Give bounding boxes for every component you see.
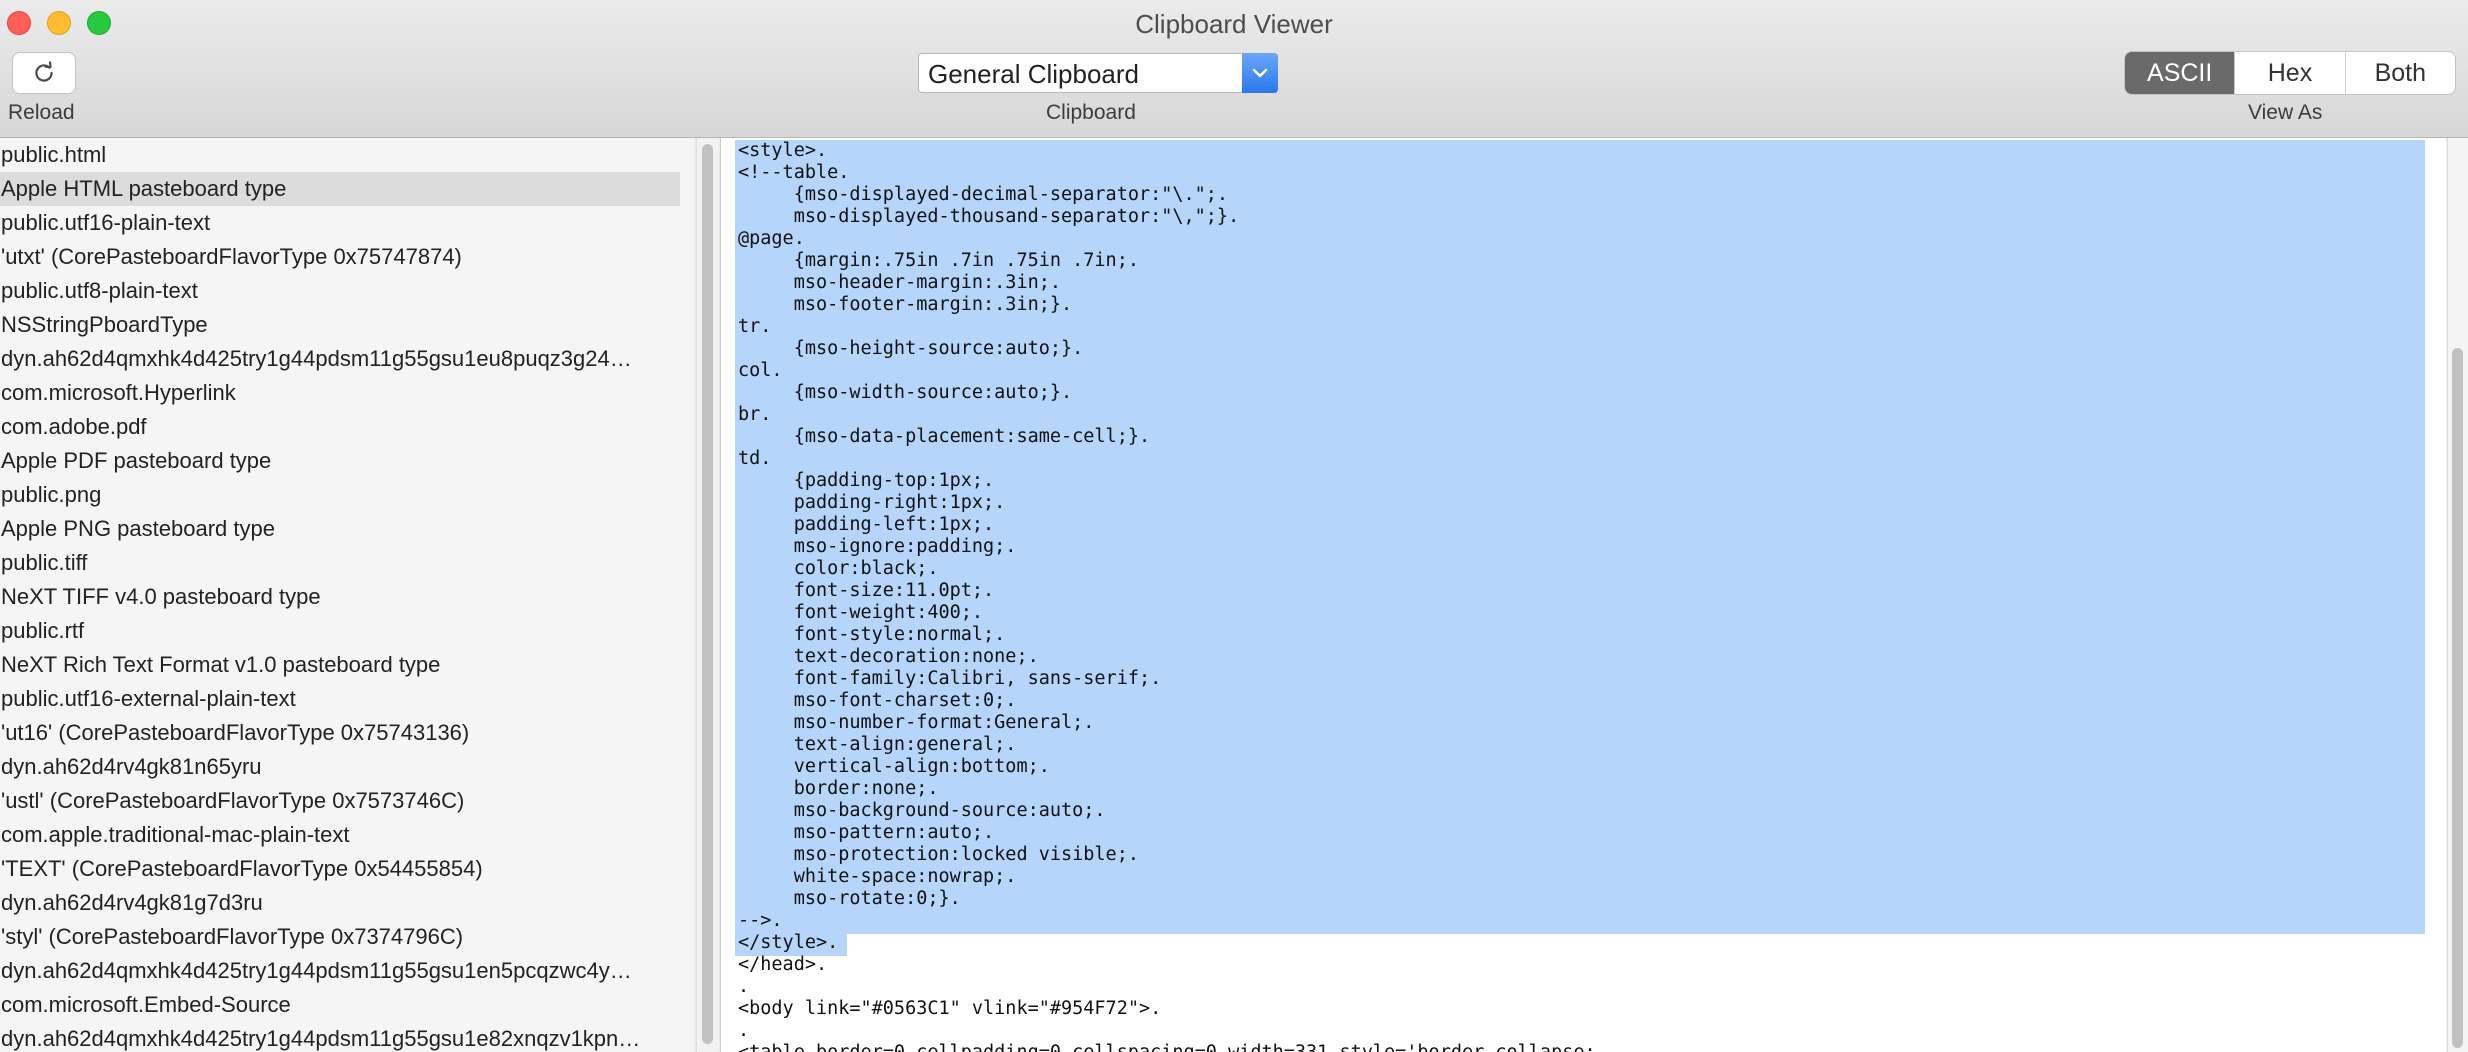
list-item[interactable]: Apple HTML pasteboard type [0, 172, 680, 206]
list-item[interactable]: 'utxt' (CorePasteboardFlavorType 0x75747… [0, 240, 680, 274]
content-line: {margin:.75in .7in .75in .7in;. [738, 250, 1139, 271]
content-text-view[interactable]: <style>. <!--table. {mso-displayed-decima… [720, 138, 2446, 1052]
content-line: font-weight:400;. [738, 602, 984, 623]
content-line: mso-rotate:0;}. [738, 888, 961, 909]
content-line: . [738, 976, 750, 997]
content-line: vertical-align:bottom;. [738, 756, 1050, 777]
window-title: Clipboard Viewer [1135, 9, 1333, 39]
list-item[interactable]: 'styl' (CorePasteboardFlavorType 0x73747… [0, 920, 680, 954]
list-item[interactable]: public.tiff [0, 546, 680, 580]
content-line: mso-number-format:General;. [738, 712, 1095, 733]
content-line: white-space:nowrap;. [738, 866, 1017, 887]
list-item[interactable]: public.html [0, 138, 680, 172]
reload-icon [35, 61, 53, 82]
content-line: </style>. [738, 932, 839, 953]
content-line: font-family:Calibri, sans-serif;. [738, 668, 1162, 689]
content-line: mso-background-source:auto;. [738, 800, 1106, 821]
list-item[interactable]: dyn.ah62d4rv4gk81n65yru [0, 750, 680, 784]
content-line: @page. [738, 228, 805, 249]
content-line: {padding-top:1px;. [738, 470, 995, 491]
list-item[interactable]: dyn.ah62d4qmxhk4d425try1g44pdsm11g55gsu1… [0, 342, 680, 376]
content-scroll-thumb[interactable] [2452, 348, 2463, 1048]
view-as-segmented-control: ASCII Hex Both [2124, 51, 2456, 95]
content-line: <body link="#0563C1" vlink="#954F72">. [738, 998, 1162, 1019]
content-line: mso-protection:locked visible;. [738, 844, 1139, 865]
list-item[interactable]: com.microsoft.Embed-Source [0, 988, 680, 1022]
clipboard-select-value: General Clipboard [928, 59, 1140, 89]
content-line: padding-right:1px;. [738, 492, 1006, 513]
content-line: br. [738, 404, 772, 425]
list-item[interactable]: public.rtf [0, 614, 680, 648]
content-line: color:black;. [738, 558, 939, 579]
content-line: font-style:normal;. [738, 624, 1006, 645]
clipboard-select[interactable]: General Clipboard [918, 53, 1278, 93]
pasteboard-types-list: public.html Apple HTML pasteboard type pub… [0, 138, 694, 1052]
list-item[interactable]: 'TEXT' (CorePasteboardFlavorType 0x54455… [0, 852, 680, 886]
content-line: {mso-width-source:auto;}. [738, 382, 1073, 403]
content-line: td. [738, 448, 772, 469]
clipboard-viewer-window: Clipboard Viewer Reload General Clipboar… [0, 0, 2468, 1052]
content-line: tr. [738, 316, 772, 337]
content-line: {mso-data-placement:same-cell;}. [738, 426, 1151, 447]
content-line: border:none;. [738, 778, 939, 799]
content-line: font-size:11.0pt;. [738, 580, 995, 601]
content-line: . [738, 1020, 750, 1041]
toolbar: Clipboard Viewer Reload General Clipboar… [0, 0, 2468, 138]
content-line: padding-left:1px;. [738, 514, 995, 535]
reload-button[interactable] [12, 52, 76, 94]
list-item[interactable]: com.apple.traditional-mac-plain-text [0, 818, 680, 852]
list-item[interactable]: NeXT Rich Text Format v1.0 pasteboard ty… [0, 648, 680, 682]
list-item[interactable]: public.utf16-plain-text [0, 206, 680, 240]
content-line: text-align:general;. [738, 734, 1017, 755]
list-item[interactable]: 'ustl' (CorePasteboardFlavorType 0x75737… [0, 784, 680, 818]
content-line: {mso-displayed-decimal-separator:"\.";. [738, 184, 1229, 205]
content-line: mso-header-margin:.3in;. [738, 272, 1062, 293]
content-line: text-decoration:none;. [738, 646, 1039, 667]
clipboard-label: Clipboard [1046, 101, 1136, 124]
list-item[interactable]: Apple PNG pasteboard type [0, 512, 680, 546]
content-line: mso-ignore:padding;. [738, 536, 1017, 557]
content-line: mso-displayed-thousand-separator:"\,";}. [738, 206, 1240, 227]
content-line: mso-footer-margin:.3in;}. [738, 294, 1073, 315]
list-item[interactable]: Apple PDF pasteboard type [0, 444, 680, 478]
list-item[interactable]: com.microsoft.Hyperlink [0, 376, 680, 410]
content-line: mso-font-charset:0;. [738, 690, 1017, 711]
view-as-label: View As [2248, 101, 2323, 124]
list-item[interactable]: NeXT TIFF v4.0 pasteboard type [0, 580, 680, 614]
content-line: <!--table. [738, 162, 850, 183]
view-mode-ascii[interactable]: ASCII [2125, 52, 2235, 94]
list-item[interactable]: dyn.ah62d4qmxhk4d425try1g44pdsm11g55gsu1… [0, 954, 680, 988]
list-item[interactable]: 'ut16' (CorePasteboardFlavorType 0x75743… [0, 716, 680, 750]
list-item[interactable]: NSStringPboardType [0, 308, 680, 342]
content-line: -->. [738, 910, 783, 931]
list-item[interactable]: public.utf8-plain-text [0, 274, 680, 308]
content-line: </head>. [738, 954, 828, 975]
content-line: mso-pattern:auto;. [738, 822, 995, 843]
types-list-scroll-thumb[interactable] [702, 144, 713, 1044]
list-item[interactable]: public.utf16-external-plain-text [0, 682, 680, 716]
list-item[interactable]: dyn.ah62d4qmxhk4d425try1g44pdsm11g55gsu1… [0, 1022, 680, 1052]
content-line: col. [738, 360, 783, 381]
reload-label: Reload [8, 101, 75, 124]
content-line: <style>. [738, 140, 828, 161]
view-mode-hex[interactable]: Hex [2234, 52, 2344, 94]
chevron-down-icon[interactable] [1242, 53, 1278, 93]
list-item[interactable]: public.png [0, 478, 680, 512]
types-list-scrollbar[interactable] [696, 138, 719, 1052]
view-mode-both[interactable]: Both [2344, 52, 2455, 94]
content-scrollbar[interactable] [2447, 138, 2468, 1052]
list-item[interactable]: dyn.ah62d4rv4gk81g7d3ru [0, 886, 680, 920]
content-line: {mso-height-source:auto;}. [738, 338, 1084, 359]
content-line: <table border=0 cellpadding=0 cellspacin… [738, 1042, 1596, 1052]
list-item[interactable]: com.adobe.pdf [0, 410, 680, 444]
